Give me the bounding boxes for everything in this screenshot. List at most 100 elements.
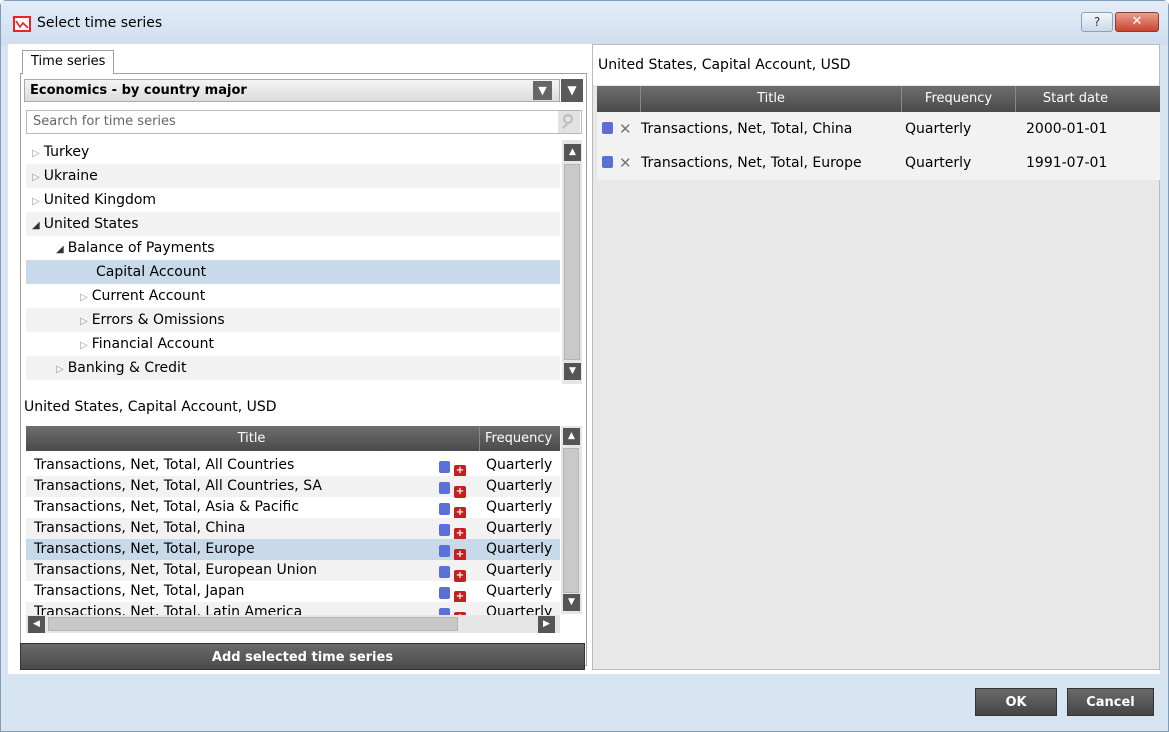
column-frequency[interactable]: Frequency [901, 86, 1015, 112]
tree-item-label: Current Account [91, 288, 206, 304]
collapsed-icon[interactable]: ▷ [80, 316, 88, 327]
collapsed-icon[interactable]: ▷ [80, 292, 88, 303]
column-start-date[interactable]: Start date [1015, 86, 1135, 112]
row-actions: + [439, 606, 466, 615]
tree-item[interactable]: ▷ Turkey [26, 140, 560, 164]
series-row[interactable]: Transactions, Net, Total, Latin America +… [26, 602, 560, 615]
tab-time-series[interactable]: Time series [22, 50, 115, 74]
remove-icon[interactable]: ✕ [619, 120, 632, 138]
tree-item[interactable]: ▷ Ukraine [26, 164, 560, 188]
scroll-left-icon[interactable]: ◀ [28, 616, 45, 633]
row-actions: ✕ [602, 146, 632, 181]
chevron-down-icon[interactable]: ▼ [533, 81, 552, 100]
selected-series-header: Title Frequency Start date [597, 86, 1160, 112]
scroll-thumb[interactable] [563, 448, 579, 593]
series-row[interactable]: Transactions, Net, Total, All Countries,… [26, 476, 560, 498]
info-icon[interactable] [439, 461, 450, 473]
tree-item[interactable]: ▷ United Kingdom [26, 188, 560, 212]
category-tree: ▷ Turkey ▷ Ukraine ▷ United Kingdom ◢ United St… [26, 140, 560, 384]
tree-item[interactable]: ▷ Banking & Credit [26, 356, 560, 380]
tree-item[interactable]: ◢ Balance of Payments [26, 236, 560, 260]
column-title[interactable]: Title [640, 86, 901, 112]
column-frequency[interactable]: Frequency [479, 426, 560, 451]
series-list: Transactions, Net, Total, All Countries +… [26, 455, 560, 615]
tree-item[interactable]: ◢ United States [26, 212, 560, 236]
series-row[interactable]: Transactions, Net, Total, Europe + Quarter… [26, 539, 560, 561]
tree-item-label: Errors & Omissions [91, 312, 225, 328]
scroll-down-icon[interactable]: ▼ [563, 594, 580, 611]
info-icon[interactable] [439, 503, 450, 515]
series-row[interactable]: Transactions, Net, Total, All Countries +… [26, 455, 560, 477]
info-icon[interactable] [439, 545, 450, 557]
info-icon[interactable] [439, 524, 450, 536]
category-dropdown[interactable]: Economics - by country major [24, 79, 560, 102]
series-frequency: Quarterly [486, 604, 553, 615]
info-icon[interactable] [439, 482, 450, 494]
tree-item[interactable]: Capital Account [26, 260, 560, 284]
cancel-button[interactable]: Cancel [1067, 688, 1154, 716]
expanded-icon[interactable]: ◢ [32, 220, 40, 231]
help-button[interactable]: ? [1081, 12, 1113, 32]
info-icon[interactable] [439, 608, 450, 615]
series-row[interactable]: Transactions, Net, Total, China + Quarterl… [26, 518, 560, 540]
series-title: Transactions, Net, Total, European Union [34, 562, 317, 578]
series-title: Transactions, Net, Total, Japan [34, 583, 245, 599]
scroll-up-icon[interactable]: ▲ [564, 144, 581, 161]
search-icon[interactable] [558, 111, 580, 133]
expanded-icon[interactable]: ◢ [56, 244, 64, 255]
info-icon[interactable] [602, 122, 613, 134]
selected-series-row[interactable]: ✕ Transactions, Net, Total, Europe Quarter… [597, 146, 1160, 180]
collapsed-icon[interactable]: ▷ [80, 340, 88, 351]
collapsed-icon[interactable]: ▷ [32, 148, 40, 159]
selected-series-row[interactable]: ✕ Transactions, Net, Total, China Quarterl… [597, 112, 1160, 146]
tree-item-label: Banking & Credit [67, 360, 187, 376]
scroll-up-icon[interactable]: ▲ [563, 428, 580, 445]
scroll-thumb[interactable] [48, 617, 458, 631]
info-icon[interactable] [602, 156, 613, 168]
series-title: Transactions, Net, Total, All Countries,… [34, 478, 322, 494]
series-row[interactable]: Transactions, Net, Total, Asia & Pacific… [26, 497, 560, 519]
series-title: Transactions, Net, Total, Asia & Pacific [34, 499, 300, 515]
window-title: Select time series [37, 15, 163, 31]
scroll-right-icon[interactable]: ▶ [538, 616, 555, 633]
row-actions: ✕ [602, 112, 632, 147]
tree-item-label: Financial Account [91, 336, 214, 352]
selected-series-label: United States, Capital Account, USD [598, 57, 851, 73]
tree-item[interactable]: ▷ Current Account [26, 284, 560, 308]
tree-item-label: United States [43, 216, 139, 232]
add-selected-button[interactable]: Add selected time series [20, 643, 585, 670]
series-list-hscrollbar[interactable]: ◀ ▶ [26, 615, 560, 633]
column-title[interactable]: Title [26, 426, 477, 451]
collapsed-icon[interactable]: ▷ [32, 196, 40, 207]
ok-button[interactable]: OK [975, 688, 1057, 716]
remove-icon[interactable]: ✕ [619, 154, 632, 172]
series-title: Transactions, Net, Total, China [34, 520, 246, 536]
line-chart-icon [13, 16, 31, 32]
series-row[interactable]: Transactions, Net, Total, Japan + Quarterl… [26, 581, 560, 603]
title-bar: Select time series ? ✕ [1, 1, 1168, 45]
close-button[interactable]: ✕ [1115, 12, 1159, 32]
search-input[interactable]: Search for time series [26, 110, 582, 134]
series-list-label: United States, Capital Account, USD [24, 399, 277, 415]
series-frequency: Quarterly [486, 541, 553, 557]
series-list-scrollbar[interactable]: ▲ ▼ [561, 426, 582, 614]
scroll-down-icon[interactable]: ▼ [564, 363, 581, 380]
filter-icon[interactable]: ▼ [561, 79, 583, 102]
series-start-date: 1991-07-01 [1026, 155, 1108, 171]
tree-item[interactable]: ▷ Financial Account [26, 332, 560, 356]
collapsed-icon[interactable]: ▷ [32, 172, 40, 183]
series-row[interactable]: Transactions, Net, Total, European Union… [26, 560, 560, 582]
collapsed-icon[interactable]: ▷ [56, 364, 64, 375]
tree-item-label: United Kingdom [43, 192, 157, 208]
series-list-header: Title Frequency [26, 426, 560, 451]
series-frequency: Quarterly [486, 562, 553, 578]
tree-item-label: Balance of Payments [67, 240, 215, 256]
scroll-thumb[interactable] [564, 164, 580, 360]
tree-item-label: Turkey [43, 144, 90, 160]
info-icon[interactable] [439, 566, 450, 578]
tree-scrollbar[interactable]: ▲ ▼ [562, 140, 582, 384]
info-icon[interactable] [439, 587, 450, 599]
tree-item[interactable]: ▷ Errors & Omissions [26, 308, 560, 332]
series-frequency: Quarterly [905, 155, 972, 171]
tree-item-label: Capital Account [96, 264, 207, 280]
